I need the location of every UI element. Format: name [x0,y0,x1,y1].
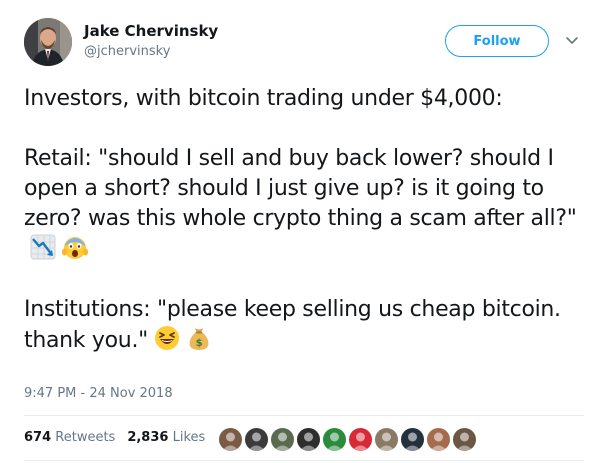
money-bag-icon: $ [186,325,212,351]
institutions-text: Institutions: "please keep selling us ch… [24,297,561,353]
tweet-timestamp[interactable]: 9:47 PM - 24 Nov 2018 [24,386,173,401]
liker-avatar[interactable] [218,427,243,452]
tweet-text: Investors, with bitcoin trading under $4… [24,84,584,356]
svg-text:$: $ [196,338,203,349]
liker-avatar[interactable] [452,427,477,452]
chevron-down-icon[interactable] [564,32,580,48]
liker-avatar[interactable] [296,427,321,452]
liker-avatar[interactable] [426,427,451,452]
liker-avatar[interactable] [400,427,425,452]
avatar-image [24,18,72,66]
follow-button[interactable]: Follow [445,25,549,57]
laughing-face-icon [154,325,180,351]
likes-count: 2,836 [127,430,169,445]
avatar[interactable] [24,18,72,66]
chart-decreasing-icon [30,234,56,260]
liker-avatar[interactable] [322,427,347,452]
user-handle[interactable]: @jchervinsky [84,44,170,59]
divider [24,415,584,416]
tweet-line-intro: Investors, with bitcoin trading under $4… [24,86,503,111]
liker-avatar[interactable] [374,427,399,452]
liker-avatar[interactable] [244,427,269,452]
tweet-paragraph-retail: Retail: "should I sell and buy back lowe… [24,144,584,265]
liker-avatar[interactable] [348,427,373,452]
tweet-header: Jake Chervinsky @jchervinsky Follow [24,18,590,70]
liker-avatars [218,427,478,452]
tweet-paragraph-institutions: Institutions: "please keep selling us ch… [24,295,584,356]
tweet-stats: 674 Retweets 2,836 Likes [24,430,217,445]
likes-label: Likes [172,430,206,445]
retail-text: Retail: "should I sell and buy back lowe… [24,146,577,231]
retweets-stat[interactable]: 674 Retweets [24,430,115,445]
likes-stat[interactable]: 2,836 Likes [127,430,205,445]
divider [24,460,584,461]
display-name[interactable]: Jake Chervinsky [84,22,218,40]
retweets-label: Retweets [55,430,116,445]
screaming-face-icon [61,234,89,260]
retweets-count: 674 [24,430,52,445]
liker-avatar[interactable] [270,427,295,452]
